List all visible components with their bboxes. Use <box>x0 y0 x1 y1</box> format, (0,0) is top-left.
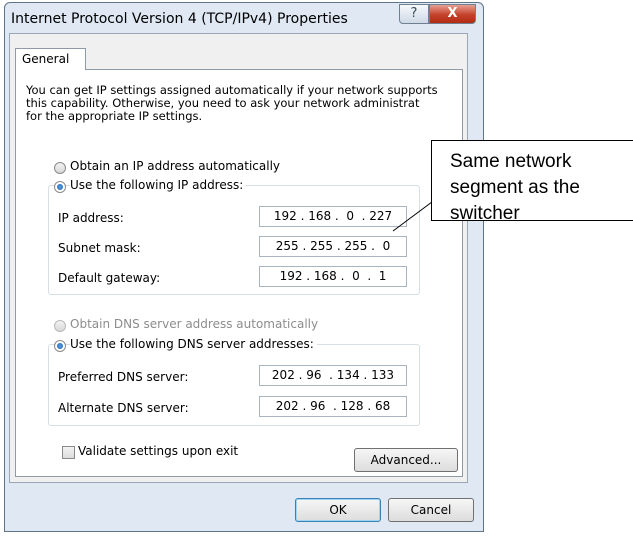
callout-pointer <box>392 195 441 232</box>
callout-line: Same network <box>450 151 572 172</box>
tab-general[interactable]: General <box>15 48 86 70</box>
callout-line: switcher <box>450 203 520 224</box>
annotation-callout: Same network segment as the switcher <box>431 140 633 224</box>
callout-line: segment as the <box>450 177 580 198</box>
